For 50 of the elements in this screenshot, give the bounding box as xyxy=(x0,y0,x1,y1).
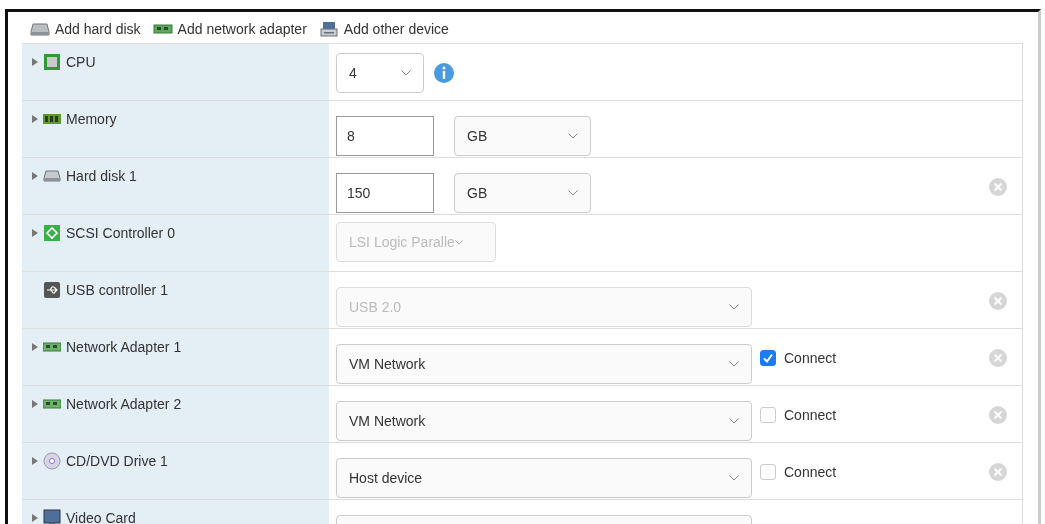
network-card-icon xyxy=(152,21,173,37)
device-label: CPU xyxy=(66,53,96,71)
chevron-down-icon xyxy=(729,304,739,310)
checkbox[interactable] xyxy=(760,350,776,366)
printer-icon xyxy=(318,21,339,37)
chevron-down-icon xyxy=(729,361,739,367)
toolbar-button[interactable]: Add hard disk xyxy=(30,19,141,39)
chevron-down-icon xyxy=(568,190,578,196)
checkbox[interactable] xyxy=(760,407,776,423)
dropdown[interactable]: VM Network xyxy=(336,401,752,441)
device-label: Hard disk 1 xyxy=(66,167,137,185)
size-field[interactable]: 8 xyxy=(336,116,434,156)
connect-label: Connect xyxy=(784,407,837,423)
expand-triangle-icon[interactable] xyxy=(32,58,38,66)
monitor-icon xyxy=(43,509,61,524)
device-label: Video Card xyxy=(66,509,136,524)
controller-icon xyxy=(43,224,61,242)
expand-triangle-icon[interactable] xyxy=(32,514,38,522)
chevron-down-icon xyxy=(454,239,463,245)
checkbox[interactable] xyxy=(760,464,776,480)
disc-icon xyxy=(43,452,61,470)
chip-icon xyxy=(43,53,61,71)
connect-label: Connect xyxy=(784,464,837,480)
device-label: CD/DVD Drive 1 xyxy=(66,452,168,470)
expand-triangle-icon[interactable] xyxy=(32,343,38,351)
device-label: Memory xyxy=(66,110,117,128)
dropdown[interactable]: GB xyxy=(454,173,591,213)
expand-triangle-icon[interactable] xyxy=(32,229,38,237)
toolbar-button[interactable]: Add network adapter xyxy=(152,19,307,39)
device-label: Network Adapter 2 xyxy=(66,395,182,413)
expand-triangle-icon[interactable] xyxy=(32,400,38,408)
dropdown[interactable]: 4 xyxy=(336,53,424,93)
chevron-down-icon xyxy=(729,418,739,424)
device-label: SCSI Controller 0 xyxy=(66,224,175,242)
device-label: USB controller 1 xyxy=(66,281,168,299)
chevron-down-icon xyxy=(401,70,411,76)
dropdown[interactable]: VM Network xyxy=(336,344,752,384)
size-field[interactable]: 150 xyxy=(336,173,434,213)
chevron-down-icon xyxy=(568,133,578,139)
expand-triangle-icon[interactable] xyxy=(32,115,38,123)
dropdown[interactable]: GB xyxy=(454,116,591,156)
device-label: Network Adapter 1 xyxy=(66,338,182,356)
connect-label: Connect xyxy=(784,350,837,366)
expand-triangle-icon[interactable] xyxy=(32,172,38,180)
expand-triangle-icon[interactable] xyxy=(32,457,38,465)
toolbar-button[interactable]: Add other device xyxy=(318,19,449,39)
dropdown[interactable]: Host device xyxy=(336,458,752,498)
info-icon[interactable] xyxy=(434,63,454,83)
chevron-down-icon xyxy=(729,475,739,481)
usb-icon xyxy=(43,281,61,299)
